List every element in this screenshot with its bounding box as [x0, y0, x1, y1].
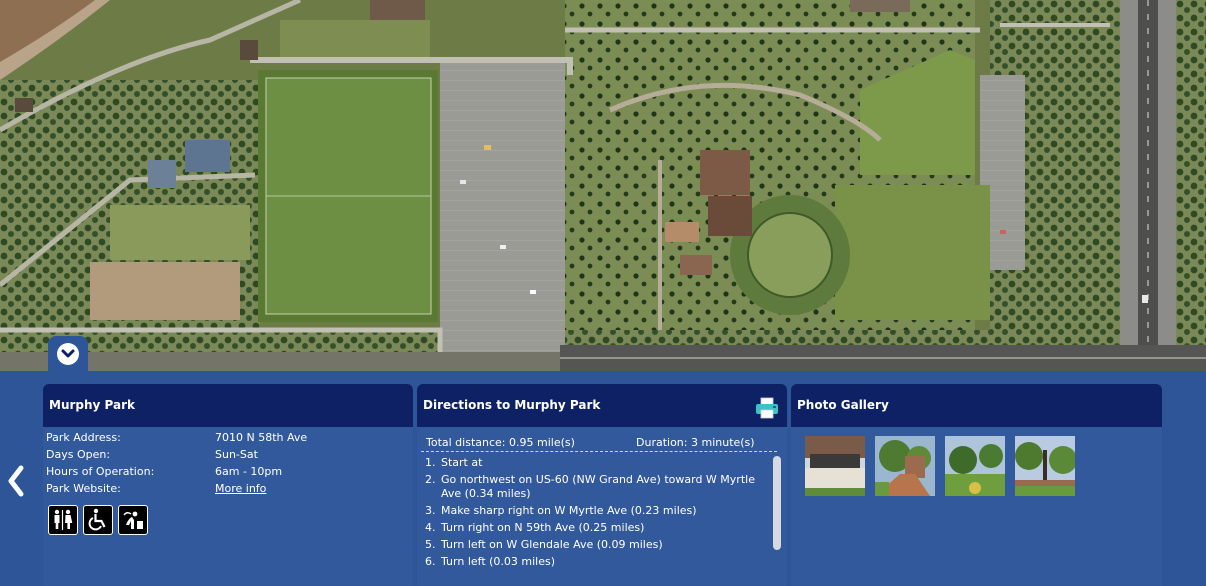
wheelchair-accessible-icon: [83, 505, 113, 535]
direction-step: 4. Turn right on N 59th Ave (0.25 miles): [425, 521, 645, 534]
aerial-map[interactable]: [0, 0, 1206, 372]
restroom-icon: [48, 505, 78, 535]
directions-scrollbar[interactable]: [773, 456, 781, 550]
photo-gallery-heading: Photo Gallery: [791, 384, 1162, 427]
direction-step: 6. Turn left (0.03 miles): [425, 555, 556, 568]
photo-thumbnail-4[interactable]: [1015, 436, 1075, 496]
duration: Duration: 3 minute(s): [636, 436, 755, 449]
direction-step: 1. Start at: [425, 456, 483, 469]
park-address-value: 7010 N 58th Ave: [215, 431, 308, 444]
photo-thumbnail-3[interactable]: [945, 436, 1005, 496]
direction-step: 3. Make sharp right on W Myrtle Ave (0.23…: [425, 504, 697, 517]
photo-thumbnail-1[interactable]: [805, 436, 865, 496]
directions-steps-list: 1. Start at 2. Go northwest on US-60 (NW G…: [425, 456, 770, 572]
drinking-fountain-icon: [118, 505, 148, 535]
days-open-value: Sun-Sat: [215, 448, 258, 461]
chevron-left-icon[interactable]: [5, 464, 27, 498]
park-name-heading: Murphy Park: [43, 384, 413, 427]
total-distance: Total distance: 0.95 mile(s): [426, 436, 575, 449]
directions-card: Directions to Murphy Park Total distance…: [417, 384, 787, 586]
days-open-label: Days Open:: [46, 448, 111, 461]
park-website-label: Park Website:: [46, 482, 121, 495]
park-info-card: Murphy Park Park Address: 7010 N 58th Av…: [43, 384, 413, 586]
direction-step: 5. Turn left on W Glendale Ave (0.09 mile…: [425, 538, 663, 551]
direction-step: 2. Go northwest on US-60 (NW Grand Ave) t…: [425, 473, 755, 500]
hours-value: 6am - 10pm: [215, 465, 283, 478]
directions-heading: Directions to Murphy Park: [417, 384, 787, 427]
photo-thumbnail-2[interactable]: [875, 436, 935, 496]
directions-title: Directions to Murphy Park: [423, 398, 601, 412]
hours-label: Hours of Operation:: [46, 465, 155, 478]
more-info-link[interactable]: More info: [215, 480, 266, 497]
photo-gallery-card: Photo Gallery: [791, 384, 1162, 586]
collapse-panel-button[interactable]: [48, 336, 88, 373]
park-address-label: Park Address:: [46, 431, 121, 444]
chevron-down-circle-icon: [57, 343, 79, 365]
printer-icon[interactable]: [755, 394, 779, 419]
divider: [421, 451, 777, 452]
